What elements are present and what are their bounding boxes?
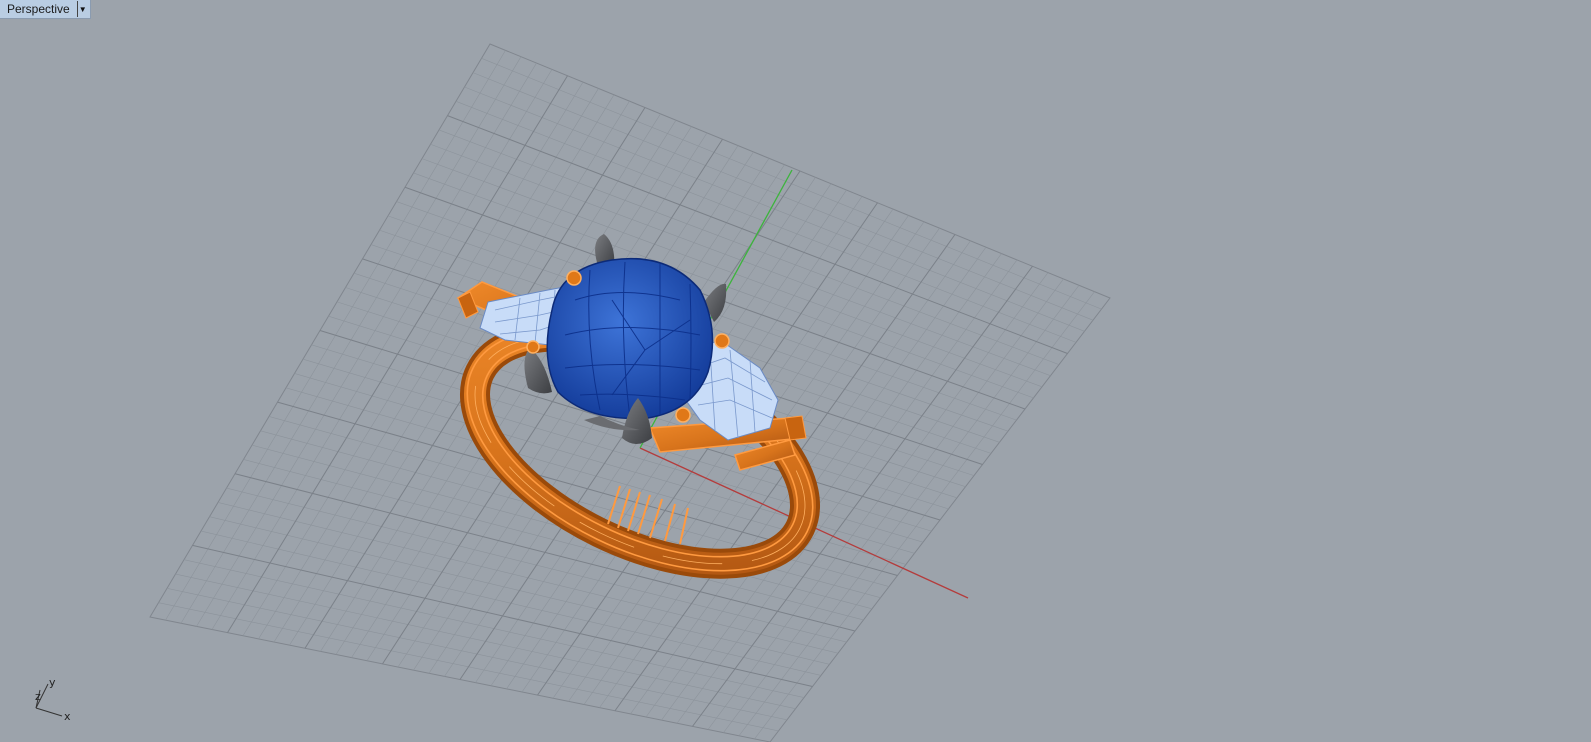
axis-gizmo-z-label: z [35, 690, 41, 703]
perspective-viewport[interactable]: x y z Perspective ▼ [0, 0, 1591, 742]
viewport-title-tab[interactable]: Perspective ▼ [0, 0, 91, 19]
axis-gizmo-y-label: y [49, 676, 56, 689]
axis-gizmo-x-label: x [64, 710, 71, 723]
viewport-title-label[interactable]: Perspective [7, 2, 77, 16]
3d-scene[interactable]: x y z [0, 0, 1591, 742]
axis-gizmo: x y z [35, 676, 71, 723]
dropdown-arrow-icon[interactable]: ▼ [76, 1, 88, 17]
